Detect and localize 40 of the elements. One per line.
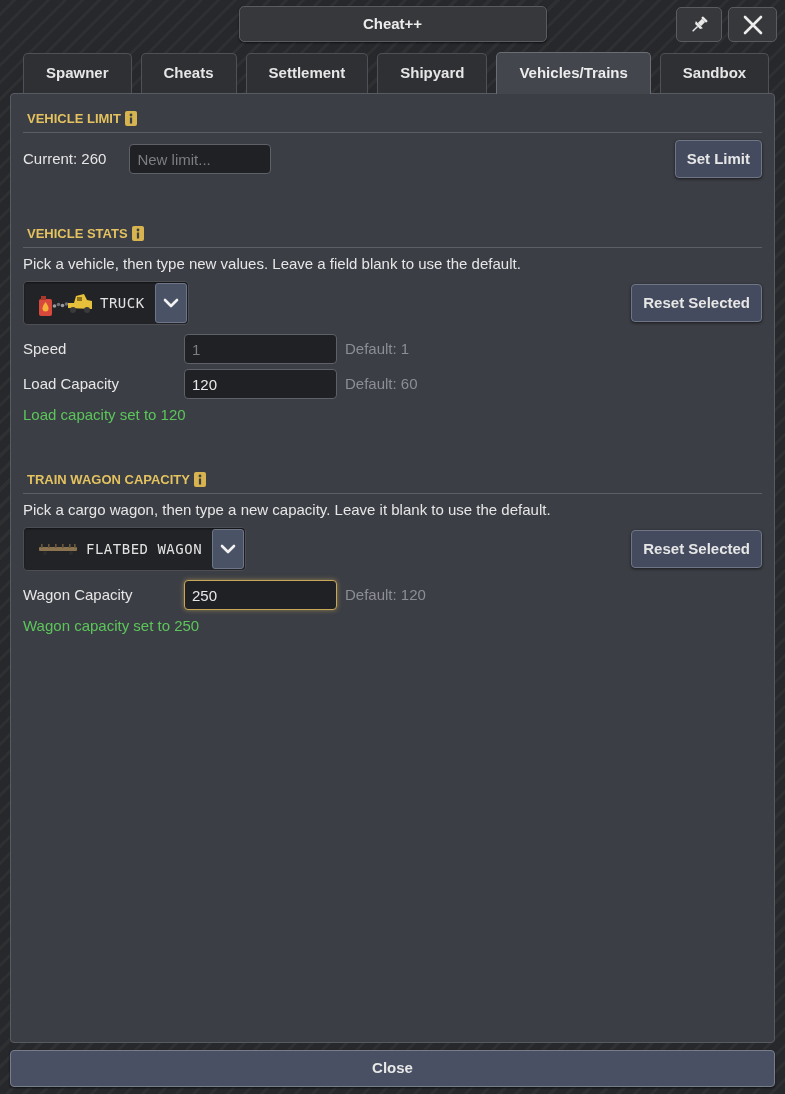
tab[interactable]: Vehicles/Trains [496, 52, 651, 94]
section-description: Pick a cargo wagon, then type a new capacity. Leave it blank to use the default. [23, 501, 552, 519]
close-window-button[interactable] [728, 7, 777, 42]
info-icon [124, 111, 137, 126]
set-limit-button[interactable]: Set Limit [674, 140, 762, 178]
section-title: TRAIN WAGON CAPACITY [27, 470, 190, 489]
dropdown-button[interactable] [212, 529, 245, 569]
info-icon [131, 226, 144, 241]
tab[interactable]: Spawner [23, 53, 132, 93]
reset-button[interactable]: Reset Selected [631, 530, 762, 568]
vehicle-dropdown[interactable]: TRUCK [23, 281, 189, 325]
reset-button[interactable]: Reset Selected [631, 284, 762, 322]
current-limit: Current: 260 [23, 148, 107, 169]
tab[interactable]: Cheats [140, 53, 237, 93]
section-title: VEHICLE LIMIT [27, 109, 121, 128]
dropdown-button[interactable] [154, 283, 187, 323]
default-value: Default: 1 [345, 338, 410, 359]
tab[interactable]: Settlement [245, 53, 369, 93]
field-label: Wagon Capacity [23, 584, 134, 605]
default-value: Default: 120 [345, 584, 426, 605]
number-field[interactable]: 120 [184, 369, 337, 399]
close-icon [742, 14, 763, 35]
wagon-dropdown[interactable]: FLATBED WAGON [23, 527, 247, 571]
limit-field[interactable]: New limit... [129, 144, 272, 174]
info-icon [194, 472, 206, 487]
section-title: VEHICLE STATS [27, 224, 128, 243]
section-description: Pick a vehicle, then type new values. Leave a field blank to use the default. [23, 255, 522, 273]
number-field[interactable]: 1 [184, 334, 337, 364]
field-label: Speed [23, 338, 68, 359]
window-title: Cheat++ [238, 6, 547, 42]
close-button[interactable]: Close [10, 1050, 775, 1087]
field-label: Load Capacity [23, 373, 120, 394]
status-message: Wagon capacity set to 250 [23, 617, 201, 635]
status-message: Load capacity set to 120 [23, 406, 187, 424]
number-field[interactable]: 250 [184, 580, 337, 610]
wagon-icon [38, 542, 78, 556]
pin-button[interactable] [676, 7, 722, 42]
tab[interactable]: Sandbox [659, 53, 770, 93]
default-value: Default: 60 [345, 373, 418, 394]
tab[interactable]: Shipyard [377, 53, 488, 93]
